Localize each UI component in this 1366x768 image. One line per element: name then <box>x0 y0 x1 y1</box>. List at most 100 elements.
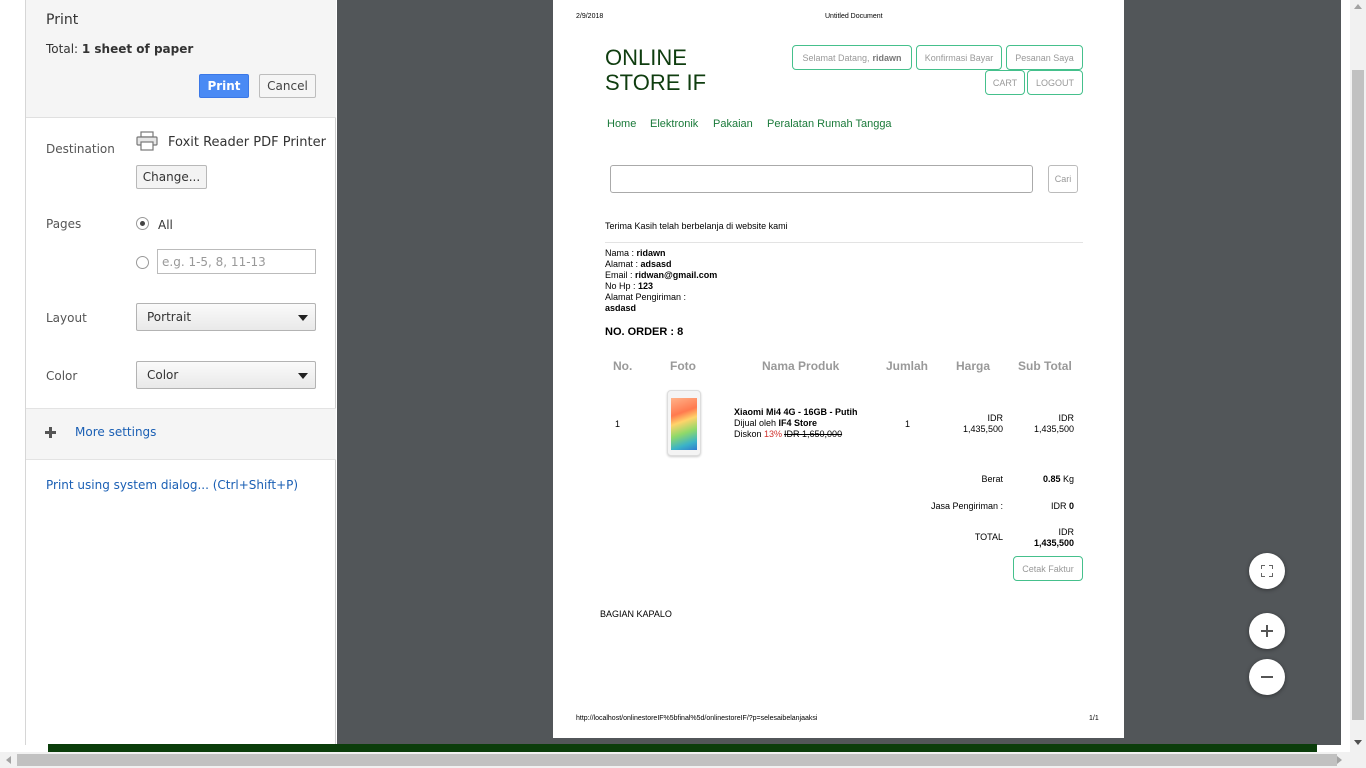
plus-icon[interactable] <box>45 427 56 438</box>
chevron-down-icon <box>298 315 308 321</box>
product-seller-prefix: Dijual oleh <box>734 418 779 428</box>
scroll-down-icon[interactable] <box>1354 740 1362 745</box>
preview-page: 2/9/2018 Untitled Document ONLINE STORE … <box>553 0 1124 738</box>
order-number: NO. ORDER : 8 <box>605 326 684 338</box>
page-footer-url: http://localhost/onlinestoreIF%5bfinal%5… <box>576 715 818 722</box>
left-margin <box>0 0 25 745</box>
store-logo: ONLINE STORE IF <box>605 45 707 95</box>
horizontal-scrollbar-thumb[interactable] <box>17 754 1337 766</box>
item-subtotal-value: 1,435,500 <box>1033 424 1074 434</box>
shipping-cost-number: 0 <box>1068 501 1074 511</box>
color-select[interactable]: Color <box>136 361 316 389</box>
product-seller: Dijual oleh IF4 Store <box>734 418 817 428</box>
chevron-down-icon <box>298 373 308 379</box>
fit-to-page-button[interactable] <box>1249 553 1285 589</box>
shipping-cost-value: IDR 0 <box>1003 501 1074 511</box>
search-button[interactable]: Cari <box>1048 165 1078 193</box>
print-total-prefix: Total: <box>46 42 82 56</box>
customer-email: ridwan@gmail.com <box>635 270 718 280</box>
right-margin <box>1341 0 1350 745</box>
fit-icon <box>1269 573 1273 577</box>
color-select-value: Color <box>147 368 179 382</box>
printer-icon <box>136 131 158 151</box>
customer-name-label: Nama : <box>605 248 637 258</box>
nav-elektronik[interactable]: Elektronik <box>650 118 698 130</box>
scroll-up-icon[interactable] <box>1354 4 1362 9</box>
more-settings-link[interactable]: More settings <box>75 425 156 439</box>
item-subtotal: IDR 1,435,500 <box>1003 413 1074 435</box>
print-total-value: 1 sheet of paper <box>81 42 194 56</box>
shipping-address-value: asdasd <box>605 303 637 313</box>
color-label: Color <box>46 369 78 383</box>
page-header-date: 2/9/2018 <box>576 13 604 20</box>
table-header-no: No. <box>613 359 633 373</box>
page-footer-bar <box>48 744 1317 752</box>
thanks-message: Terima Kasih telah berbelanja di website… <box>605 221 788 231</box>
shipping-address: asdasd <box>605 303 636 313</box>
scroll-right-icon[interactable] <box>1337 756 1342 764</box>
shipping-cost-currency: IDR <box>1050 501 1069 511</box>
nav-peralatan-rumah-tangga[interactable]: Peralatan Rumah Tangga <box>767 118 892 130</box>
print-settings-panel: Print Total: 1 sheet of paper Print Canc… <box>25 0 336 745</box>
item-price-currency: IDR <box>987 413 1004 423</box>
customer-email-row: Email : ridwan@gmail.com <box>605 270 717 280</box>
print-panel-header: Print Total: 1 sheet of paper Print Canc… <box>26 0 336 118</box>
vertical-scrollbar-thumb[interactable] <box>1352 70 1364 720</box>
customer-phone: 123 <box>638 281 654 291</box>
customer-address-label: Alamat : <box>605 259 641 269</box>
page-footer-number: 1/1 <box>1089 715 1099 722</box>
nav-home[interactable]: Home <box>607 118 636 130</box>
destination-label: Destination <box>46 142 115 156</box>
product-discount: Diskon 13% IDR 1,650,000 <box>734 429 842 439</box>
zoom-out-button[interactable] <box>1249 659 1285 695</box>
product-discount-percent: 13% <box>764 429 783 439</box>
welcome-button[interactable]: Selamat Datang, ridawn <box>792 45 912 70</box>
cart-button[interactable]: CART <box>985 70 1025 95</box>
product-seller-name: IF4 Store <box>778 418 818 428</box>
more-settings-row[interactable] <box>26 409 336 460</box>
table-header-nama-produk: Nama Produk <box>762 359 840 373</box>
layout-select-value: Portrait <box>147 310 192 324</box>
cetak-faktur-button[interactable]: Cetak Faktur <box>1013 556 1083 581</box>
printer-name: Foxit Reader PDF Printer <box>168 135 326 150</box>
fit-icon <box>1261 565 1265 569</box>
table-header-foto: Foto <box>670 359 696 373</box>
pages-custom-radio[interactable] <box>136 256 149 269</box>
total-value: IDR 1,435,500 <box>1003 527 1074 549</box>
nav-pakaian[interactable]: Pakaian <box>713 118 753 130</box>
pages-all-label: All <box>158 218 173 232</box>
welcome-user: ridawn <box>872 52 902 63</box>
total-number: 1,435,500 <box>1033 538 1074 548</box>
product-name: Xiaomi Mi4 4G - 16GB - Putih <box>734 407 858 417</box>
customer-email-label: Email : <box>605 270 636 280</box>
customer-phone-label: No Hp : <box>605 281 639 291</box>
layout-select[interactable]: Portrait <box>136 303 316 331</box>
cancel-button[interactable]: Cancel <box>259 74 316 98</box>
weight-number: 0.85 <box>1042 474 1061 484</box>
shipping-cost-label: Jasa Pengiriman : <box>930 501 1003 511</box>
total-label: TOTAL <box>974 532 1003 542</box>
layout-label: Layout <box>46 311 87 325</box>
pages-all-radio[interactable] <box>136 217 149 230</box>
pages-range-input[interactable] <box>157 249 316 274</box>
item-price-value: 1,435,500 <box>962 424 1003 434</box>
customer-name: ridawn <box>636 248 666 258</box>
konfirmasi-bayar-button[interactable]: Konfirmasi Bayar <box>916 45 1002 70</box>
system-dialog-link[interactable]: Print using system dialog... (Ctrl+Shift… <box>46 478 298 492</box>
customer-address: adsasd <box>640 259 672 269</box>
product-photo-screen <box>671 398 697 450</box>
footer-text: BAGIAN KAPALO <box>600 609 672 619</box>
item-quantity: 1 <box>905 419 911 429</box>
print-button[interactable]: Print <box>199 74 249 98</box>
fit-icon <box>1261 573 1265 577</box>
weight-unit: Kg <box>1060 474 1074 484</box>
pesanan-saya-button[interactable]: Pesanan Saya <box>1006 45 1083 70</box>
weight-label: Berat <box>981 474 1003 484</box>
shipping-address-label: Alamat Pengiriman : <box>605 292 687 302</box>
scroll-left-icon[interactable] <box>6 756 11 764</box>
search-input[interactable] <box>610 165 1033 193</box>
zoom-in-button[interactable] <box>1249 613 1285 649</box>
change-destination-button[interactable]: Change... <box>136 165 207 189</box>
logout-button[interactable]: LOGOUT <box>1027 70 1083 95</box>
total-currency: IDR <box>1058 527 1075 537</box>
